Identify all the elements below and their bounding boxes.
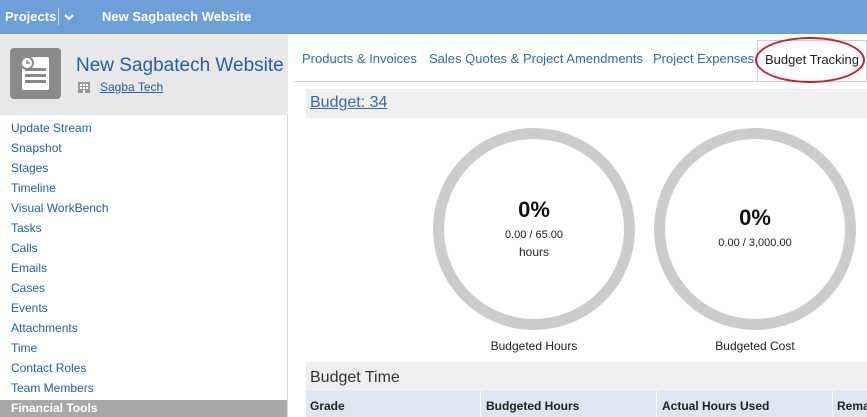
- gauge-value: 0.00 / 65.00: [504, 229, 564, 241]
- budget-header: Budget: 34: [306, 89, 867, 118]
- nav-item-snapshot[interactable]: Snapshot: [0, 140, 287, 160]
- section-title: Budget Time: [310, 369, 400, 386]
- gauge-label-cost: Budgeted Cost: [715, 339, 795, 353]
- project-document-icon: [10, 48, 61, 99]
- budgeted-cost-gauge: 0% 0.00 / 3,000.00: [654, 128, 856, 330]
- column-header-budgeted-hours[interactable]: Budgeted Hours: [486, 391, 654, 417]
- organization-link[interactable]: Sagba Tech: [100, 80, 163, 94]
- projects-menu[interactable]: Projects: [5, 9, 56, 24]
- tab-products-invoices[interactable]: Products & Invoices: [302, 40, 417, 82]
- column-divider: [480, 391, 481, 417]
- tab-divider: [294, 81, 867, 82]
- budget-link[interactable]: Budget: 34: [310, 94, 387, 112]
- nav-item-team-members[interactable]: Team Members: [0, 380, 287, 400]
- topbar-separator: [58, 8, 59, 25]
- nav-item-visual-workbench[interactable]: Visual WorkBench: [0, 200, 287, 220]
- gauge-percent: 0%: [518, 197, 550, 222]
- column-header-remaining[interactable]: Rema: [837, 391, 867, 417]
- chevron-down-icon[interactable]: [63, 10, 75, 24]
- nav-item-emails[interactable]: Emails: [0, 260, 287, 280]
- gauge-unit: hours: [518, 245, 550, 259]
- gauge-percent: 0%: [739, 205, 771, 230]
- budgeted-hours-gauge: 0% 0.00 / 65.00 hours: [433, 128, 635, 330]
- nav-item-contact-roles[interactable]: Contact Roles: [0, 360, 287, 380]
- gauge-label-hours: Budgeted Hours: [490, 339, 578, 353]
- tab-budget-tracking[interactable]: Budget Tracking: [757, 40, 867, 82]
- budget-time-header: Budget Time: [306, 362, 867, 391]
- tab-sales-quotes[interactable]: Sales Quotes & Project Amendments: [429, 40, 643, 82]
- nav-item-stages[interactable]: Stages: [0, 160, 287, 180]
- nav-item-time[interactable]: Time: [0, 340, 287, 360]
- nav-item-financial-tools[interactable]: Financial Tools: [0, 400, 287, 417]
- tab-bar: Products & Invoices Sales Quotes & Proje…: [294, 40, 867, 82]
- top-bar: Projects New Sagbatech Website: [0, 0, 867, 34]
- nav-item-tasks[interactable]: Tasks: [0, 220, 287, 240]
- column-header-grade[interactable]: Grade: [310, 391, 478, 417]
- gauge-value: 0.00 / 3,000.00: [718, 237, 792, 249]
- tab-project-expenses[interactable]: Project Expenses: [653, 40, 754, 82]
- project-nav: Update Stream Snapshot Stages Timeline V…: [0, 120, 287, 417]
- nav-item-calls[interactable]: Calls: [0, 240, 287, 260]
- column-divider: [656, 391, 657, 417]
- left-panel: New Sagbatech Website Sagba Tech Update …: [0, 34, 288, 417]
- budget-time-table-header: Grade Budgeted Hours Actual Hours Used R…: [306, 391, 867, 417]
- breadcrumb-project[interactable]: New Sagbatech Website: [102, 9, 251, 24]
- nav-item-update-stream[interactable]: Update Stream: [0, 120, 287, 140]
- nav-item-cases[interactable]: Cases: [0, 280, 287, 300]
- nav-item-attachments[interactable]: Attachments: [0, 320, 287, 340]
- project-title: New Sagbatech Website: [76, 55, 284, 76]
- column-divider: [832, 391, 833, 417]
- column-header-actual-hours-used[interactable]: Actual Hours Used: [662, 391, 830, 417]
- project-header: New Sagbatech Website Sagba Tech: [0, 34, 288, 115]
- building-icon: [77, 80, 91, 94]
- nav-item-timeline[interactable]: Timeline: [0, 180, 287, 200]
- nav-item-events[interactable]: Events: [0, 300, 287, 320]
